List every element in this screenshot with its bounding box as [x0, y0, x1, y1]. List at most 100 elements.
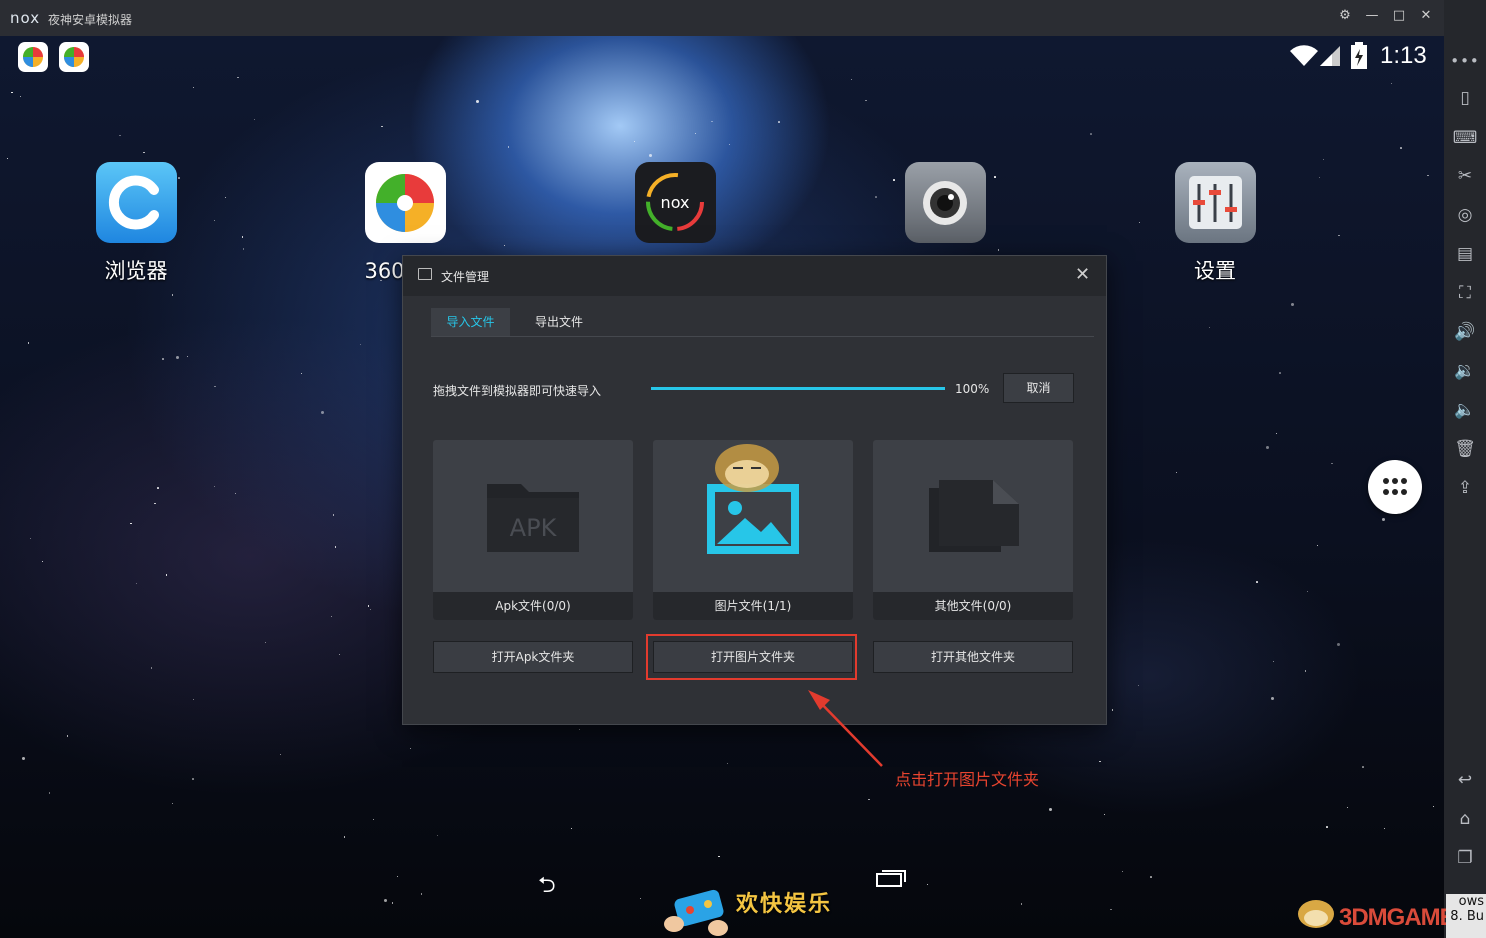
- star: [868, 798, 870, 801]
- more-dots-icon[interactable]: •••: [1444, 52, 1486, 70]
- volume-up-icon[interactable]: 🔊: [1444, 322, 1486, 342]
- app-camera[interactable]: [875, 162, 1015, 243]
- notification-app-icon: [18, 42, 48, 72]
- star: [1137, 684, 1139, 686]
- star: [27, 342, 30, 344]
- star: [1256, 581, 1258, 583]
- star: [1326, 826, 1328, 828]
- signal-icon: [1320, 46, 1340, 66]
- star: [187, 355, 189, 357]
- fullscreen-icon[interactable]: ⛶: [1444, 283, 1486, 303]
- star: [1381, 518, 1385, 522]
- location-icon[interactable]: ◎: [1444, 205, 1486, 225]
- star: [7, 158, 9, 160]
- star: [171, 802, 173, 804]
- back-icon[interactable]: ↩: [1444, 770, 1486, 790]
- scissors-icon[interactable]: ✂: [1444, 166, 1486, 186]
- close-window-button[interactable]: ✕: [1416, 8, 1436, 23]
- star: [1304, 670, 1307, 672]
- recents-icon[interactable]: ❐: [1444, 848, 1486, 868]
- keyboard-icon[interactable]: ⌨: [1444, 128, 1486, 148]
- notification-app-icon: [59, 42, 89, 72]
- recents-nav-icon[interactable]: [875, 868, 907, 896]
- settings-gear-icon[interactable]: ⚙: [1335, 8, 1355, 23]
- star: [192, 698, 194, 700]
- star: [1272, 660, 1274, 662]
- star: [1346, 807, 1348, 809]
- tab-export[interactable]: 导出文件: [517, 308, 601, 336]
- star: [1099, 760, 1101, 763]
- star: [1275, 433, 1277, 435]
- star: [334, 546, 337, 548]
- cancel-button[interactable]: 取消: [1003, 373, 1074, 403]
- star: [1020, 903, 1023, 905]
- volume-down-icon[interactable]: 🔉: [1444, 361, 1486, 381]
- star: [729, 143, 731, 145]
- screen-icon[interactable]: ▤: [1444, 244, 1486, 264]
- open-apk-folder-button[interactable]: 打开Apk文件夹: [433, 641, 633, 673]
- apk-files-card[interactable]: APK Apk文件(0/0): [433, 440, 633, 620]
- star: [639, 897, 642, 900]
- star: [214, 385, 216, 388]
- card-caption: Apk文件(0/0): [433, 592, 633, 620]
- star: [11, 91, 13, 94]
- star: [1331, 462, 1333, 465]
- back-nav-icon[interactable]: ⮌: [538, 868, 556, 906]
- tab-import[interactable]: 导入文件: [431, 308, 510, 336]
- image-files-card[interactable]: 图片文件(1/1): [653, 440, 853, 620]
- maximize-button[interactable]: □: [1389, 8, 1409, 23]
- star: [1176, 471, 1178, 473]
- star: [171, 294, 174, 296]
- floating-menu-button[interactable]: [1368, 460, 1422, 514]
- minimize-button[interactable]: —: [1362, 8, 1382, 23]
- star: [1049, 807, 1053, 811]
- window-titlebar: nox 夜神安卓模拟器 ⚙ — □ ✕: [0, 0, 1444, 36]
- star: [437, 835, 439, 837]
- app-settings[interactable]: 设置: [1145, 162, 1285, 285]
- star: [1270, 696, 1274, 700]
- star: [1150, 876, 1152, 878]
- open-other-folder-button[interactable]: 打开其他文件夹: [873, 641, 1073, 673]
- star: [1427, 174, 1429, 177]
- star: [633, 140, 635, 142]
- star: [367, 605, 370, 607]
- star: [571, 827, 573, 829]
- star: [420, 893, 423, 895]
- import-progress-bar: [651, 387, 945, 390]
- star: [1362, 766, 1364, 768]
- star: [1290, 303, 1294, 307]
- star: [165, 574, 168, 576]
- wifi-icon: [1290, 45, 1318, 66]
- home-icon[interactable]: ⌂: [1444, 809, 1486, 829]
- star: [214, 485, 216, 487]
- right-toolbar: ••• ▯ ⌨ ✂ ◎ ▤ ⛶ 🔊 🔉 🔈 🗑 ⇪ ↩ ⌂ ❐: [1444, 0, 1486, 938]
- star: [865, 99, 867, 102]
- mute-icon[interactable]: 🔈: [1444, 400, 1486, 420]
- star: [1209, 327, 1211, 329]
- rotate-icon[interactable]: ▯: [1444, 88, 1486, 108]
- app-label: 设置: [1194, 259, 1236, 283]
- progress-fill: [651, 387, 945, 390]
- other-files-card[interactable]: 其他文件(0/0): [873, 440, 1073, 620]
- app-nox[interactable]: nox: [605, 162, 745, 243]
- annotation-text: 点击打开图片文件夹: [895, 770, 1040, 789]
- trash-icon[interactable]: 🗑: [1444, 439, 1486, 459]
- card-caption: 图片文件(1/1): [653, 592, 853, 620]
- star: [157, 487, 159, 489]
- star: [476, 99, 480, 103]
- star: [1279, 372, 1281, 374]
- star: [1336, 642, 1340, 646]
- svg-text:APK: APK: [510, 514, 558, 542]
- star: [192, 86, 194, 88]
- star: [42, 560, 44, 562]
- star: [242, 248, 245, 250]
- dialog-close-button[interactable]: ✕: [1075, 264, 1090, 285]
- star: [1318, 176, 1320, 178]
- star: [381, 125, 383, 128]
- star: [20, 96, 22, 98]
- app-browser[interactable]: 浏览器: [66, 162, 206, 285]
- apk-install-icon[interactable]: ⇪: [1444, 478, 1486, 498]
- star: [1390, 82, 1392, 84]
- star: [192, 778, 194, 780]
- settings-icon: [1174, 162, 1256, 243]
